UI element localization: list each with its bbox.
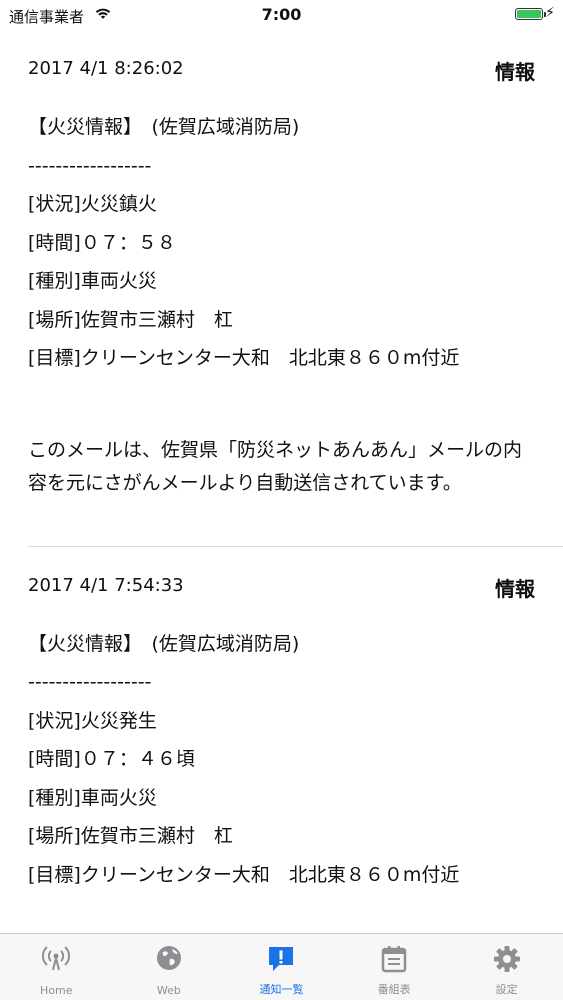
- notice-line: [状況]火災鎮火: [28, 193, 157, 215]
- tab-settings[interactable]: 設定: [450, 934, 563, 1000]
- tab-schedule[interactable]: 番組表: [338, 934, 451, 1000]
- notice-line: [時間]０７：５８: [28, 231, 176, 254]
- battery-level: [517, 10, 541, 18]
- tab-label: Web: [156, 984, 181, 997]
- tab-notifications[interactable]: 通知一覧: [225, 934, 338, 1000]
- tab-web[interactable]: Web: [113, 934, 226, 1000]
- notice-line: [時間]０７：４６頃: [28, 748, 195, 770]
- notice-body: 【火災情報】 (佐賀広域消防局) ------------------ [状況]…: [28, 108, 535, 378]
- tab-label: 設定: [495, 983, 518, 996]
- notice-line: [種別]車両火災: [28, 786, 157, 809]
- tab-label: Home: [40, 984, 73, 997]
- notice-footer: このメールは、佐賀県「防災ネットあんあん」メールの内容を元にさがんメールより自動…: [28, 438, 523, 494]
- notice-line: 【火災情報】 (佐賀広域消防局): [28, 116, 300, 138]
- tab-label: 番組表: [377, 983, 411, 996]
- antenna-icon: [42, 946, 71, 971]
- notice-body: 【火災情報】 (佐賀広域消防局) ------------------ [状況]…: [28, 625, 535, 895]
- clock: 7:00: [261, 5, 302, 24]
- notice-line: [目標]クリーンセンター大和 北北東８６０m付近: [28, 863, 460, 886]
- notice-line: ------------------: [28, 671, 152, 693]
- charging-icon: ⚡: [545, 5, 555, 21]
- notice-kind: 情報: [495, 60, 535, 84]
- notice-line: [状況]火災発生: [28, 709, 157, 732]
- notice-line: ------------------: [28, 154, 152, 177]
- notice-line: [目標]クリーンセンター大和 北北東８６０m付近: [28, 347, 460, 369]
- tab-home[interactable]: Home: [0, 934, 113, 1000]
- gear-icon: [493, 946, 520, 972]
- notice-line: [種別]車両火災: [28, 270, 157, 292]
- notification-feed[interactable]: 2017 4/1 8:26:02 情報 【火災情報】 (佐賀広域消防局) ---…: [0, 30, 563, 933]
- tab-label: 通知一覧: [259, 983, 304, 996]
- notice-date: 2017 4/1 8:26:02: [28, 58, 184, 79]
- notice-item[interactable]: 2017 4/1 8:26:02 情報 【火災情報】 (佐賀広域消防局) ---…: [0, 30, 563, 500]
- notice-date: 2017 4/1 7:54:33: [28, 574, 184, 596]
- tab-bar: Home Web 通知一覧 番組表 設定: [0, 933, 563, 1000]
- notice-line: 【火災情報】 (佐賀広域消防局): [28, 632, 300, 655]
- notification-icon: [269, 947, 294, 971]
- notice-kind: 情報: [495, 576, 535, 601]
- globe-icon: [156, 946, 181, 970]
- notice-line: [場所]佐賀市三瀬村 杠: [28, 308, 233, 331]
- battery-icon: [515, 8, 546, 20]
- notice-item[interactable]: 2017 4/1 7:54:33 情報 【火災情報】 (佐賀広域消防局) ---…: [0, 547, 563, 895]
- status-bar: 通信事業者 7:00 ⚡: [0, 0, 563, 30]
- calendar-icon: [381, 946, 407, 973]
- notice-line: [場所]佐賀市三瀬村 杠: [28, 825, 233, 847]
